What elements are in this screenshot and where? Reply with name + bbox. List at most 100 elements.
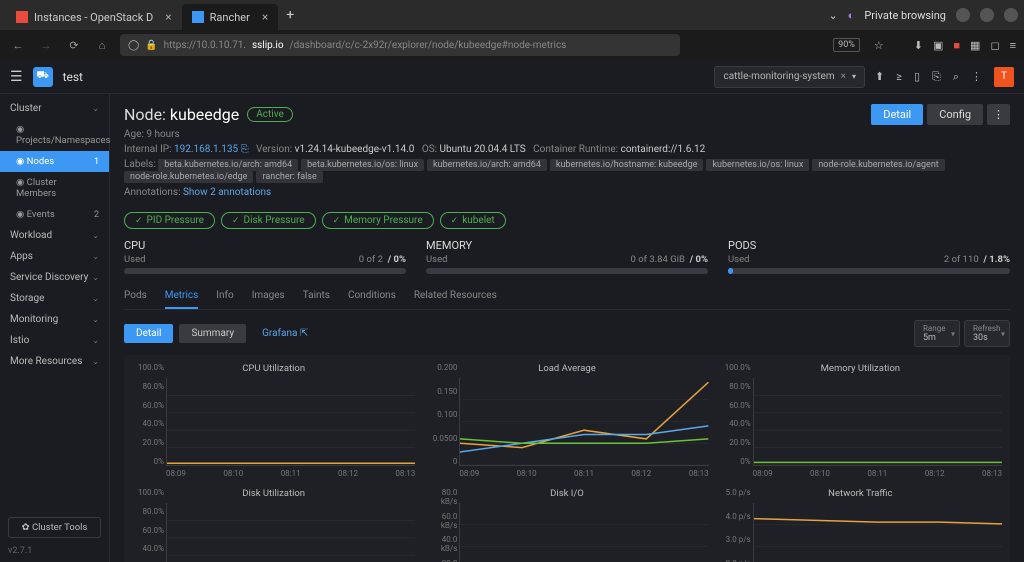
gauges-row: CPUUsed0 of 2 / 0%MEMORYUsed0 of 3.84 Gi… bbox=[124, 239, 1010, 274]
tab-metrics[interactable]: Metrics bbox=[165, 284, 199, 309]
forward-button[interactable]: → bbox=[36, 39, 56, 52]
namespace-selector[interactable]: cattle-monitoring-system × ▾ bbox=[714, 66, 865, 88]
cluster-tools-button[interactable]: ✿ Cluster Tools bbox=[8, 517, 101, 538]
label-pill: rancher: false bbox=[256, 171, 322, 183]
extension-icon[interactable]: ▦ bbox=[970, 39, 980, 52]
sidebar-item-events[interactable]: ◉ Events2 bbox=[0, 204, 109, 225]
home-button[interactable]: ⌂ bbox=[92, 39, 112, 52]
new-tab-button[interactable]: + bbox=[286, 7, 294, 23]
rancher-logo-icon: ⛟ bbox=[33, 67, 53, 87]
sidebar-item-more-resources[interactable]: More Resources⌄ bbox=[0, 351, 109, 372]
openstack-icon bbox=[16, 11, 28, 23]
metrics-summary-tab[interactable]: Summary bbox=[179, 324, 246, 343]
upload-icon[interactable]: ⬆ bbox=[875, 70, 884, 83]
avatar[interactable]: T bbox=[994, 67, 1014, 87]
content-area: Node: kubeedge Active Detail Config ⋮ Ag… bbox=[110, 94, 1024, 562]
internal-ip-link[interactable]: 192.168.1.135 bbox=[174, 144, 238, 155]
gauge-pods: PODSUsed2 of 110 / 1.8% bbox=[728, 239, 1010, 274]
label-pill: node-role.kubernetes.io/agent bbox=[812, 159, 944, 171]
reload-button[interactable]: ⟳ bbox=[64, 39, 84, 52]
private-label: Private browsing bbox=[864, 9, 946, 22]
tab-related-resources[interactable]: Related Resources bbox=[414, 284, 497, 309]
detail-button[interactable]: Detail bbox=[871, 104, 923, 125]
grafana-link[interactable]: Grafana ⇱ bbox=[262, 328, 308, 339]
label-pill: node-role.kubernetes.io/edge bbox=[124, 171, 253, 183]
tab-pods[interactable]: Pods bbox=[124, 284, 147, 309]
sidebar-item-workload[interactable]: Workload⌄ bbox=[0, 225, 109, 246]
tab-label: Rancher bbox=[210, 11, 250, 24]
sidebar-item-storage[interactable]: Storage⌄ bbox=[0, 288, 109, 309]
lock-icon: 🔒 bbox=[145, 40, 157, 51]
address-bar[interactable]: ◯ 🔒 https://10.0.10.71.sslip.io/dashboar… bbox=[120, 34, 680, 56]
sidebar-item-monitoring[interactable]: Monitoring⌄ bbox=[0, 309, 109, 330]
pocket-icon[interactable]: ⬇ bbox=[914, 39, 923, 52]
maximize-button[interactable] bbox=[980, 8, 994, 22]
search-icon[interactable]: ⌕ bbox=[953, 70, 959, 84]
label-pill: kubernetes.io/arch: amd64 bbox=[427, 159, 547, 171]
file-icon[interactable]: ▯ bbox=[914, 70, 920, 83]
sidebar-item-service-discovery[interactable]: Service Discovery⌄ bbox=[0, 267, 109, 288]
back-button[interactable]: ← bbox=[8, 39, 28, 52]
condition-kubelet: kubelet bbox=[440, 212, 506, 229]
shield-icon: ◯ bbox=[128, 40, 139, 51]
copy-icon[interactable]: ⎘ bbox=[932, 70, 941, 84]
page-title: Node: kubeedge bbox=[124, 105, 239, 124]
tab-label: Instances - OpenStack D bbox=[34, 11, 153, 24]
config-button[interactable]: Config bbox=[927, 104, 983, 125]
extension-icon[interactable]: ▣ bbox=[933, 39, 943, 52]
refresh-selector[interactable]: Refresh 30s ▾ bbox=[964, 320, 1010, 347]
browser-titlebar: Instances - OpenStack D × Rancher × + ⌄ … bbox=[0, 0, 1024, 30]
tab-info[interactable]: Info bbox=[216, 284, 233, 309]
sidebar: Cluster⌄◉ Projects/Namespaces◉ Nodes1◉ C… bbox=[0, 94, 110, 562]
zoom-badge[interactable]: 90% bbox=[833, 38, 860, 52]
minimize-button[interactable] bbox=[956, 8, 970, 22]
age-label: Age: 9 hours bbox=[124, 129, 1010, 140]
sidebar-item-apps[interactable]: Apps⌄ bbox=[0, 246, 109, 267]
sidebar-item-projects-namespaces[interactable]: ◉ Projects/Namespaces bbox=[0, 119, 109, 151]
close-icon[interactable]: × bbox=[262, 10, 268, 24]
actions-menu-button[interactable]: ⋮ bbox=[987, 104, 1010, 125]
menu-icon[interactable]: ≡ bbox=[1010, 39, 1016, 52]
status-badge: Active bbox=[247, 107, 293, 122]
extension-icon[interactable]: ◻ bbox=[990, 39, 999, 52]
copy-icon[interactable]: ⎘ bbox=[241, 144, 249, 155]
more-icon[interactable]: ⋮ bbox=[971, 70, 982, 83]
chevron-down-icon: ▾ bbox=[1001, 329, 1005, 338]
chevron-down-icon: ▾ bbox=[951, 329, 955, 338]
close-icon[interactable]: × bbox=[165, 10, 171, 24]
condition-memory-pressure: Memory Pressure bbox=[322, 212, 434, 229]
tab-taints[interactable]: Taints bbox=[303, 284, 330, 309]
bookmark-icon[interactable]: ☆ bbox=[874, 39, 884, 52]
subtabs: Pods Metrics Info Images Taints Conditions Rel… bbox=[124, 284, 1010, 310]
cluster-name[interactable]: test bbox=[63, 70, 83, 84]
extension-icon[interactable]: ■ bbox=[953, 39, 960, 52]
range-selector[interactable]: Range 5m ▾ bbox=[914, 320, 960, 347]
chevron-down-icon: ▾ bbox=[852, 72, 856, 81]
label-pill: beta.kubernetes.io/os: linux bbox=[301, 159, 424, 171]
sidebar-item-cluster[interactable]: Cluster⌄ bbox=[0, 98, 109, 119]
label-pill: kubernetes.io/os: linux bbox=[706, 159, 809, 171]
kubectl-icon[interactable]: ≥ bbox=[896, 70, 902, 83]
chart-disk-i-o: Disk I/O80.0 kB/s60.0 kB/s40.0 kB/s20.0 … bbox=[425, 488, 708, 562]
conditions-row: PID PressureDisk PressureMemory Pressure… bbox=[124, 212, 1010, 229]
tab-conditions[interactable]: Conditions bbox=[348, 284, 396, 309]
chart-memory-utilization: Memory Utilization100.0%80.0%60.0%40.0%2… bbox=[719, 363, 1002, 478]
chevron-down-icon[interactable]: ⌄ bbox=[828, 9, 837, 22]
metrics-detail-tab[interactable]: Detail bbox=[124, 324, 173, 343]
browser-tab-active[interactable]: Rancher × bbox=[182, 4, 279, 30]
sidebar-item-cluster-members[interactable]: ◉ Cluster Members bbox=[0, 172, 109, 204]
gauge-memory: MEMORYUsed0 of 3.84 GiB / 0% bbox=[426, 239, 708, 274]
meta-ip-line: Internal IP: 192.168.1.135 ⎘ Version: v1… bbox=[124, 144, 1010, 155]
browser-urlbar: ← → ⟳ ⌂ ◯ 🔒 https://10.0.10.71.sslip.io/… bbox=[0, 30, 1024, 60]
meta-labels-line: Labels: beta.kubernetes.io/arch: amd64be… bbox=[124, 159, 1010, 183]
close-button[interactable] bbox=[1004, 8, 1018, 22]
sidebar-item-nodes[interactable]: ◉ Nodes1 bbox=[0, 151, 109, 172]
tab-images[interactable]: Images bbox=[252, 284, 285, 309]
hamburger-icon[interactable]: ☰ bbox=[10, 69, 23, 85]
annotations-link[interactable]: Show 2 annotations bbox=[183, 187, 271, 198]
browser-tab[interactable]: Instances - OpenStack D × bbox=[6, 4, 182, 30]
sidebar-item-istio[interactable]: Istio⌄ bbox=[0, 330, 109, 351]
chart-cpu-utilization: CPU Utilization100.0%80.0%60.0%40.0%20.0… bbox=[132, 363, 415, 478]
app-topbar: ☰ ⛟ test cattle-monitoring-system × ▾ ⬆ … bbox=[0, 60, 1024, 94]
clear-icon[interactable]: × bbox=[841, 71, 846, 82]
